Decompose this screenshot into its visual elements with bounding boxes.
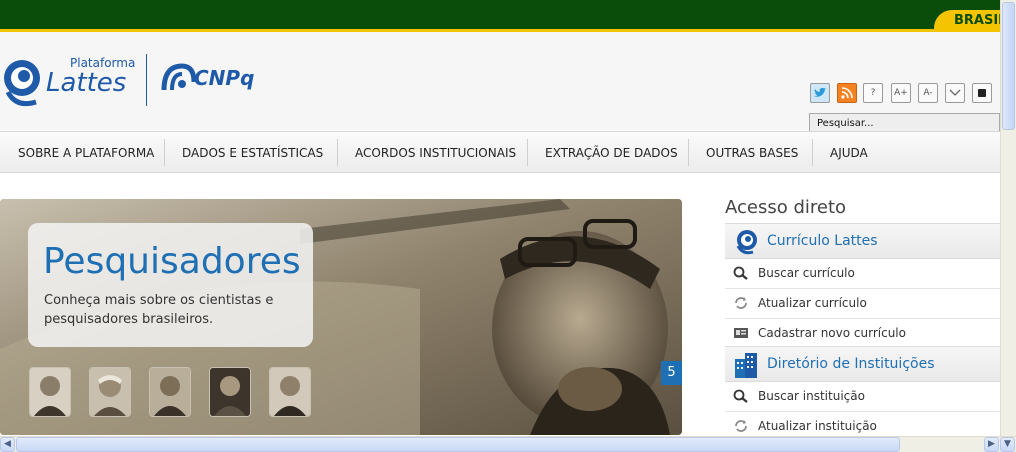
promo-title: Pesquisadores [43,241,301,282]
section-curriculo-lattes[interactable]: Currículo Lattes [725,223,1000,259]
chevron-down-icon[interactable] [945,83,965,103]
building-icon [735,353,757,378]
scroll-left-button[interactable]: ◀ [0,437,15,452]
increase-font-button[interactable]: A+ [891,83,911,103]
nav-acordos-institucionais[interactable]: ACORDOS INSTITUCIONAIS [355,146,516,160]
researcher-thumbnail[interactable] [29,367,71,417]
vertical-scrollbar[interactable] [1000,0,1016,436]
promo-text: Conheça mais sobre os cientistas e pesqu… [44,293,274,327]
hero-slider[interactable]: Pesquisadores Conheça mais sobre os cien… [0,199,682,435]
twitter-icon[interactable] [810,83,830,103]
nav-separator [812,139,813,166]
nav-extracao-de-dados[interactable]: EXTRAÇÃO DE DADOS [545,146,678,160]
section-title: Diretório de Instituições [767,356,935,372]
decrease-font-button[interactable]: A- [918,83,938,103]
section-diretorio-instituicoes[interactable]: Diretório de Instituições [725,346,1000,382]
slide-number[interactable]: 5 [661,361,682,385]
cnpq-logo-text: CNPq [194,66,255,90]
researcher-thumbnail[interactable] [209,367,251,417]
main-navigation: SOBRE A PLATAFORMA DADOS E ESTATÍSTICAS … [0,131,1000,173]
horizontal-scrollbar[interactable]: ◀ ▶ ▼ [0,436,1016,452]
horizontal-scroll-thumb[interactable] [16,437,900,452]
link-buscar-instituicao[interactable]: Buscar instituição [725,382,1000,412]
researcher-thumbnail[interactable] [269,367,311,417]
nav-outras-bases[interactable]: OUTRAS BASES [706,146,798,160]
link-label: Atualizar currículo [758,296,867,310]
researcher-thumbnail[interactable] [149,367,191,417]
link-buscar-curriculo[interactable]: Buscar currículo [725,259,1000,289]
nav-dados-e-estatisticas[interactable]: DADOS E ESTATÍSTICAS [182,146,323,160]
link-atualizar-curriculo[interactable]: Atualizar currículo [725,289,1000,319]
site-header: Plataforma Lattes CNPq ? A+ A- Pesquisar… [0,32,1000,134]
magnifier-icon [733,389,748,403]
section-title: Currículo Lattes [767,233,878,249]
government-bar: BRASIL [0,0,1016,32]
nav-separator [527,139,528,166]
lattes-logo-icon [736,230,757,255]
logo-divider [146,54,147,106]
nav-separator [164,139,165,166]
nav-sobre-a-plataforma[interactable]: SOBRE A PLATAFORMA [18,146,154,160]
link-label: Buscar instituição [758,389,865,403]
nav-ajuda[interactable]: AJUDA [830,146,868,160]
scroll-down-button[interactable]: ▼ [1000,437,1015,452]
rss-icon[interactable] [837,83,857,103]
help-button[interactable]: ? [863,83,883,103]
logo-title: Lattes [46,68,127,98]
link-label: Buscar currículo [758,266,855,280]
contrast-icon[interactable] [972,83,992,103]
link-label: Cadastrar novo currículo [758,326,906,340]
link-cadastrar-curriculo[interactable]: Cadastrar novo currículo [725,319,1000,349]
link-label: Atualizar instituição [758,419,877,433]
researcher-thumbnail[interactable] [89,367,131,417]
nav-separator [337,139,338,166]
nav-separator [688,139,689,166]
id-card-icon [734,328,748,338]
refresh-icon [735,420,747,432]
vertical-scroll-thumb[interactable] [1002,2,1015,130]
scroll-right-button[interactable]: ▶ [984,437,999,452]
magnifier-icon [733,266,748,280]
sidebar-title: Acesso direto [725,197,847,218]
promo-box: Pesquisadores Conheça mais sobre os cien… [28,223,313,347]
refresh-icon [735,297,747,309]
